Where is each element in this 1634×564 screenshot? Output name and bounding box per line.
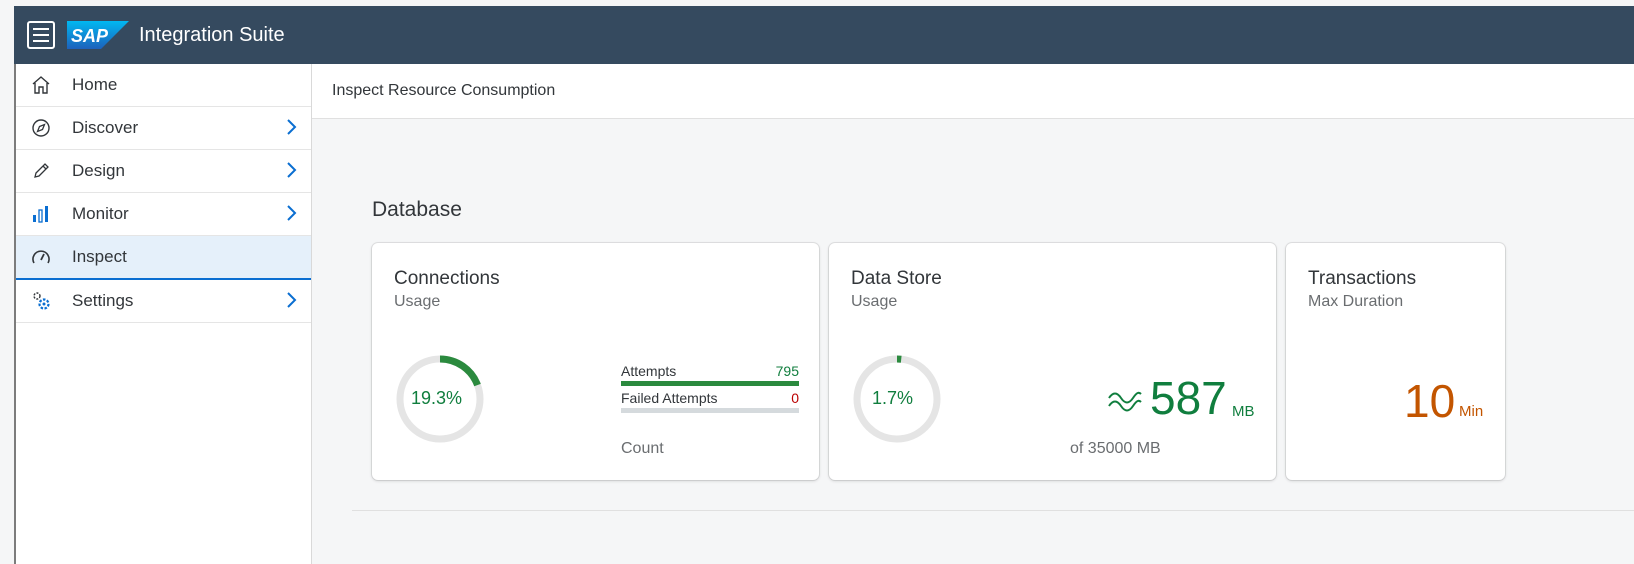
gauge-label: 19.3% bbox=[411, 388, 463, 408]
card-data-store[interactable]: Data Store Usage 1.7% 587 MB of 35000 MB bbox=[829, 243, 1276, 480]
card-transactions[interactable]: Transactions Max Duration 10 Min bbox=[1286, 243, 1505, 480]
home-icon bbox=[30, 74, 52, 96]
nav-item-settings[interactable]: Settings bbox=[14, 280, 311, 323]
page-title: Inspect Resource Consumption bbox=[332, 82, 556, 99]
kpi-value: 587 bbox=[1150, 372, 1227, 424]
nav-item-design[interactable]: Design bbox=[14, 150, 311, 193]
kpi-unit: Min bbox=[1459, 403, 1484, 420]
card-title: Data Store bbox=[851, 268, 942, 289]
card-subtitle: Usage bbox=[851, 293, 898, 310]
shell-bar: SAP Integration Suite bbox=[14, 6, 1634, 64]
kpi-unit: MB bbox=[1232, 403, 1255, 420]
kpi-value: 10 bbox=[1404, 375, 1456, 427]
bar-chart-icon bbox=[30, 203, 52, 225]
nav-item-monitor[interactable]: Monitor bbox=[14, 193, 311, 236]
nav-label: Inspect bbox=[72, 247, 127, 266]
window-edge bbox=[14, 64, 16, 564]
nav-label: Design bbox=[72, 161, 125, 180]
page-header: Inspect Resource Consumption bbox=[312, 64, 1634, 119]
nav-label: Settings bbox=[72, 291, 134, 310]
card-title: Transactions bbox=[1308, 268, 1417, 289]
chevron-right-icon bbox=[285, 204, 297, 227]
card-title: Connections bbox=[394, 268, 500, 289]
app-title: Integration Suite bbox=[139, 23, 285, 46]
bar-label: Attempts bbox=[621, 363, 677, 379]
compass-icon bbox=[30, 117, 52, 139]
bar-label: Failed Attempts bbox=[621, 390, 718, 406]
gears-icon bbox=[30, 290, 52, 312]
gauge-icon bbox=[30, 246, 52, 268]
nav-label: Home bbox=[72, 75, 118, 94]
kpi-footer: of 35000 MB bbox=[1070, 440, 1161, 457]
chevron-right-icon bbox=[285, 161, 297, 184]
nav-item-discover[interactable]: Discover bbox=[14, 107, 311, 150]
gauge-label: 1.7% bbox=[872, 388, 914, 408]
chevron-right-icon bbox=[285, 291, 297, 314]
nav-label: Discover bbox=[72, 118, 139, 137]
section-divider bbox=[352, 510, 1634, 511]
bar-fill bbox=[621, 381, 799, 386]
trend-wave-icon bbox=[1108, 391, 1142, 412]
card-subtitle: Usage bbox=[394, 293, 441, 310]
count-label: Count bbox=[621, 440, 664, 457]
card-connections[interactable]: Connections Usage 19.3% Attempts 795 Fai… bbox=[372, 243, 819, 480]
svg-text:SAP: SAP bbox=[71, 26, 109, 46]
pencil-icon bbox=[30, 160, 52, 182]
nav-item-inspect[interactable]: Inspect bbox=[14, 236, 311, 280]
section-title: Database bbox=[372, 198, 462, 221]
nav-item-home[interactable]: Home bbox=[14, 64, 311, 107]
chevron-right-icon bbox=[285, 118, 297, 141]
sap-logo[interactable]: SAP bbox=[67, 21, 129, 49]
nav-label: Monitor bbox=[72, 204, 129, 223]
bar-value: 795 bbox=[775, 363, 799, 379]
bar-value: 0 bbox=[791, 390, 799, 406]
hamburger-icon[interactable] bbox=[27, 21, 55, 49]
card-subtitle: Max Duration bbox=[1308, 293, 1404, 310]
side-navigation: Home Discover Design Monitor Inspect Set… bbox=[14, 64, 312, 564]
